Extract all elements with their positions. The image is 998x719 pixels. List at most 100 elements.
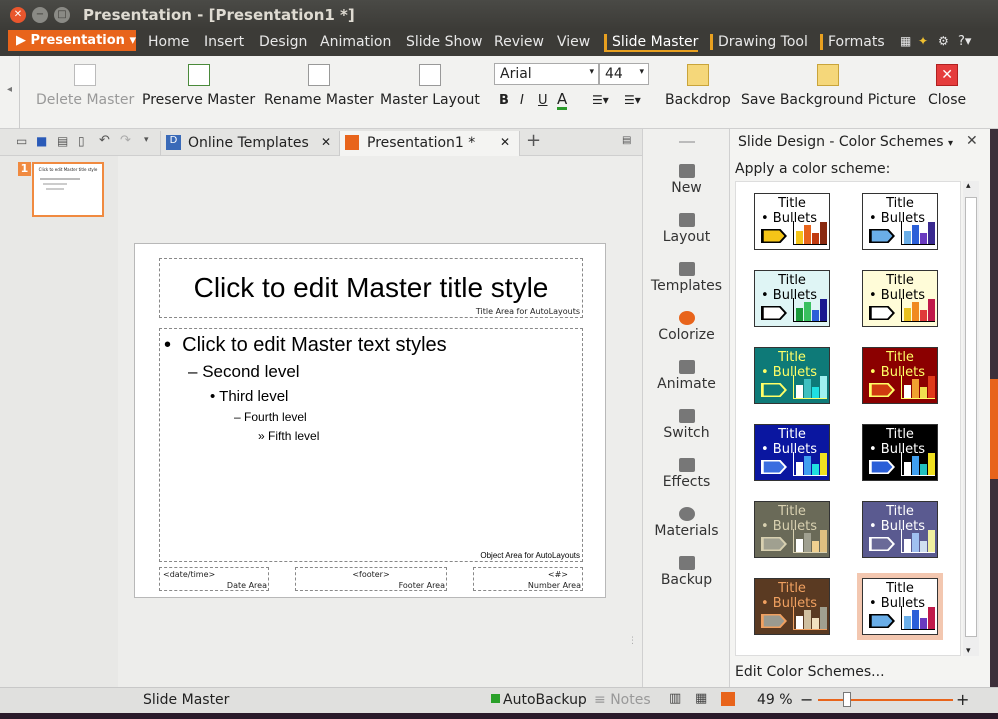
task-switch-button[interactable]: Switch: [643, 409, 730, 441]
zoom-slider[interactable]: [818, 699, 953, 701]
color-scheme-swatch[interactable]: Title • Bullets: [754, 424, 830, 481]
scrollbar[interactable]: ▴ ▾: [963, 181, 979, 656]
preserve-master-button[interactable]: Preserve Master: [142, 64, 255, 108]
close-window-icon[interactable]: ✕: [10, 7, 26, 23]
new-file-icon[interactable]: ▭: [16, 134, 27, 148]
task-colorize-button[interactable]: Colorize: [643, 311, 730, 343]
color-scheme-swatch[interactable]: Title • Bullets: [862, 424, 938, 481]
zoom-in-button[interactable]: +: [956, 690, 969, 709]
tab-formats[interactable]: Formats: [820, 34, 885, 50]
swatch-title: Title: [778, 350, 806, 365]
quick-access-menu-icon[interactable]: ▾: [144, 135, 149, 145]
task-backup-button[interactable]: Backup: [643, 556, 730, 588]
tab-drawing-tool[interactable]: Drawing Tool: [710, 34, 808, 50]
color-scheme-swatch[interactable]: Title • Bullets: [754, 193, 830, 250]
color-scheme-swatch[interactable]: Title • Bullets: [862, 501, 938, 558]
ribbon-collapse-icon[interactable]: ◂: [0, 56, 20, 129]
tab-presentation1[interactable]: Presentation1 * ✕: [340, 131, 520, 157]
new-tab-icon[interactable]: +: [526, 130, 541, 151]
close-pane-icon[interactable]: ✕: [966, 133, 978, 149]
window-edge: [990, 129, 998, 687]
rename-master-button[interactable]: Rename Master: [264, 64, 374, 108]
print-icon[interactable]: ▤: [57, 134, 68, 148]
task-effects-button[interactable]: Effects: [643, 458, 730, 490]
color-scheme-swatch[interactable]: Title • Bullets: [754, 501, 830, 558]
number-placeholder[interactable]: <#> Number Area: [473, 567, 583, 591]
menu-bar: ▶ Presentation ▾ Home Insert Design Anim…: [0, 29, 998, 56]
color-scheme-swatch[interactable]: Title • Bullets: [857, 573, 943, 640]
task-materials-button[interactable]: Materials: [643, 507, 730, 539]
minimize-window-icon[interactable]: −: [32, 7, 48, 23]
document-tab-bar: ▭ ■ ▤ ▯ ↶ ↷ ▾ D Online Templates ✕ Prese…: [0, 129, 642, 157]
tab-slide-master[interactable]: Slide Master: [604, 34, 699, 52]
tab-online-templates[interactable]: D Online Templates ✕: [160, 131, 340, 156]
left-gutter: [0, 156, 10, 687]
pane-title[interactable]: Slide Design - Color Schemes ▾: [738, 134, 953, 150]
help-icon[interactable]: ?▾: [958, 34, 971, 49]
menu-view[interactable]: View: [557, 34, 590, 50]
side-pane-toggle[interactable]: [990, 379, 998, 479]
save-icon[interactable]: ■: [36, 134, 47, 148]
slideshow-icon[interactable]: [721, 692, 735, 706]
redo-icon[interactable]: ↷: [120, 133, 131, 148]
font-size-select[interactable]: 44 ▾: [599, 63, 649, 85]
task-animate-button[interactable]: Animate: [643, 360, 730, 392]
zoom-slider-thumb[interactable]: [843, 692, 851, 707]
shirt-icon[interactable]: ✦: [918, 34, 928, 48]
color-scheme-swatch[interactable]: Title • Bullets: [862, 347, 938, 404]
footer-placeholder[interactable]: <footer> Footer Area: [295, 567, 447, 591]
menu-insert[interactable]: Insert: [204, 34, 244, 50]
normal-view-icon[interactable]: ▥: [669, 691, 681, 706]
task-layout-button[interactable]: Layout: [643, 213, 730, 245]
zoom-out-button[interactable]: −: [800, 690, 813, 709]
menu-slide-show[interactable]: Slide Show: [406, 34, 482, 50]
date-placeholder[interactable]: <date/time> Date Area: [159, 567, 269, 591]
underline-button[interactable]: U: [538, 93, 548, 108]
swatch-bar: [920, 387, 927, 398]
font-color-button[interactable]: A: [557, 91, 568, 110]
menu-design[interactable]: Design: [259, 34, 307, 50]
close-tab-icon[interactable]: ✕: [321, 135, 331, 149]
italic-button[interactable]: I: [520, 93, 524, 108]
color-scheme-swatch[interactable]: Title • Bullets: [754, 270, 830, 327]
scrollbar-thumb[interactable]: [965, 197, 977, 637]
color-scheme-swatch[interactable]: Title • Bullets: [862, 193, 938, 250]
menu-animation[interactable]: Animation: [320, 34, 391, 50]
undo-icon[interactable]: ↶: [99, 133, 110, 148]
print-preview-icon[interactable]: ▯: [78, 134, 85, 148]
maximize-window-icon[interactable]: □: [54, 7, 70, 23]
tab-list-icon[interactable]: ▤: [622, 135, 631, 146]
swatch-bar: [796, 539, 803, 552]
close-tab-icon[interactable]: ✕: [500, 135, 510, 149]
bold-button[interactable]: B: [499, 93, 509, 108]
scroll-down-icon[interactable]: ▾: [966, 646, 971, 656]
save-background-button[interactable]: Save Background Picture: [741, 64, 916, 108]
task-templates-button[interactable]: Templates: [643, 262, 730, 294]
slide-sorter-icon[interactable]: ▦: [695, 691, 707, 706]
close-master-button[interactable]: ✕ Close: [928, 64, 966, 108]
title-placeholder[interactable]: Click to edit Master title style Title A…: [159, 258, 583, 318]
color-scheme-swatch[interactable]: Title • Bullets: [862, 270, 938, 327]
menu-home[interactable]: Home: [148, 34, 189, 50]
settings-icon[interactable]: ⚙: [938, 34, 949, 48]
menu-review[interactable]: Review: [494, 34, 544, 50]
scroll-up-icon[interactable]: ▴: [966, 181, 971, 191]
color-scheme-swatch[interactable]: Title • Bullets: [754, 578, 830, 635]
edit-color-schemes-link[interactable]: Edit Color Schemes...: [735, 664, 885, 680]
backdrop-button[interactable]: Backdrop: [665, 64, 731, 108]
slide-thumbnail[interactable]: Click to edit Master title style: [32, 162, 104, 217]
color-scheme-swatch[interactable]: Title • Bullets: [754, 347, 830, 404]
scroll-handle-icon[interactable]: ⋮: [628, 636, 637, 666]
zoom-level[interactable]: 49 %: [757, 692, 793, 708]
task-new-button[interactable]: New: [643, 164, 730, 196]
object-placeholder[interactable]: • Click to edit Master text styles – Sec…: [159, 328, 583, 562]
bullet-list-icon[interactable]: ☰▾: [592, 93, 609, 107]
font-name-select[interactable]: Arial ▾: [494, 63, 599, 85]
master-layout-button[interactable]: Master Layout: [380, 64, 480, 108]
autobackup-button[interactable]: AutoBackup: [503, 692, 587, 708]
numbered-list-icon[interactable]: ☰▾: [624, 93, 641, 107]
delete-master-button[interactable]: Delete Master: [36, 64, 134, 108]
notes-button[interactable]: ≡ Notes: [594, 692, 651, 708]
skin-icon[interactable]: ▦: [900, 34, 911, 48]
app-menu-button[interactable]: ▶ Presentation ▾: [8, 30, 136, 51]
